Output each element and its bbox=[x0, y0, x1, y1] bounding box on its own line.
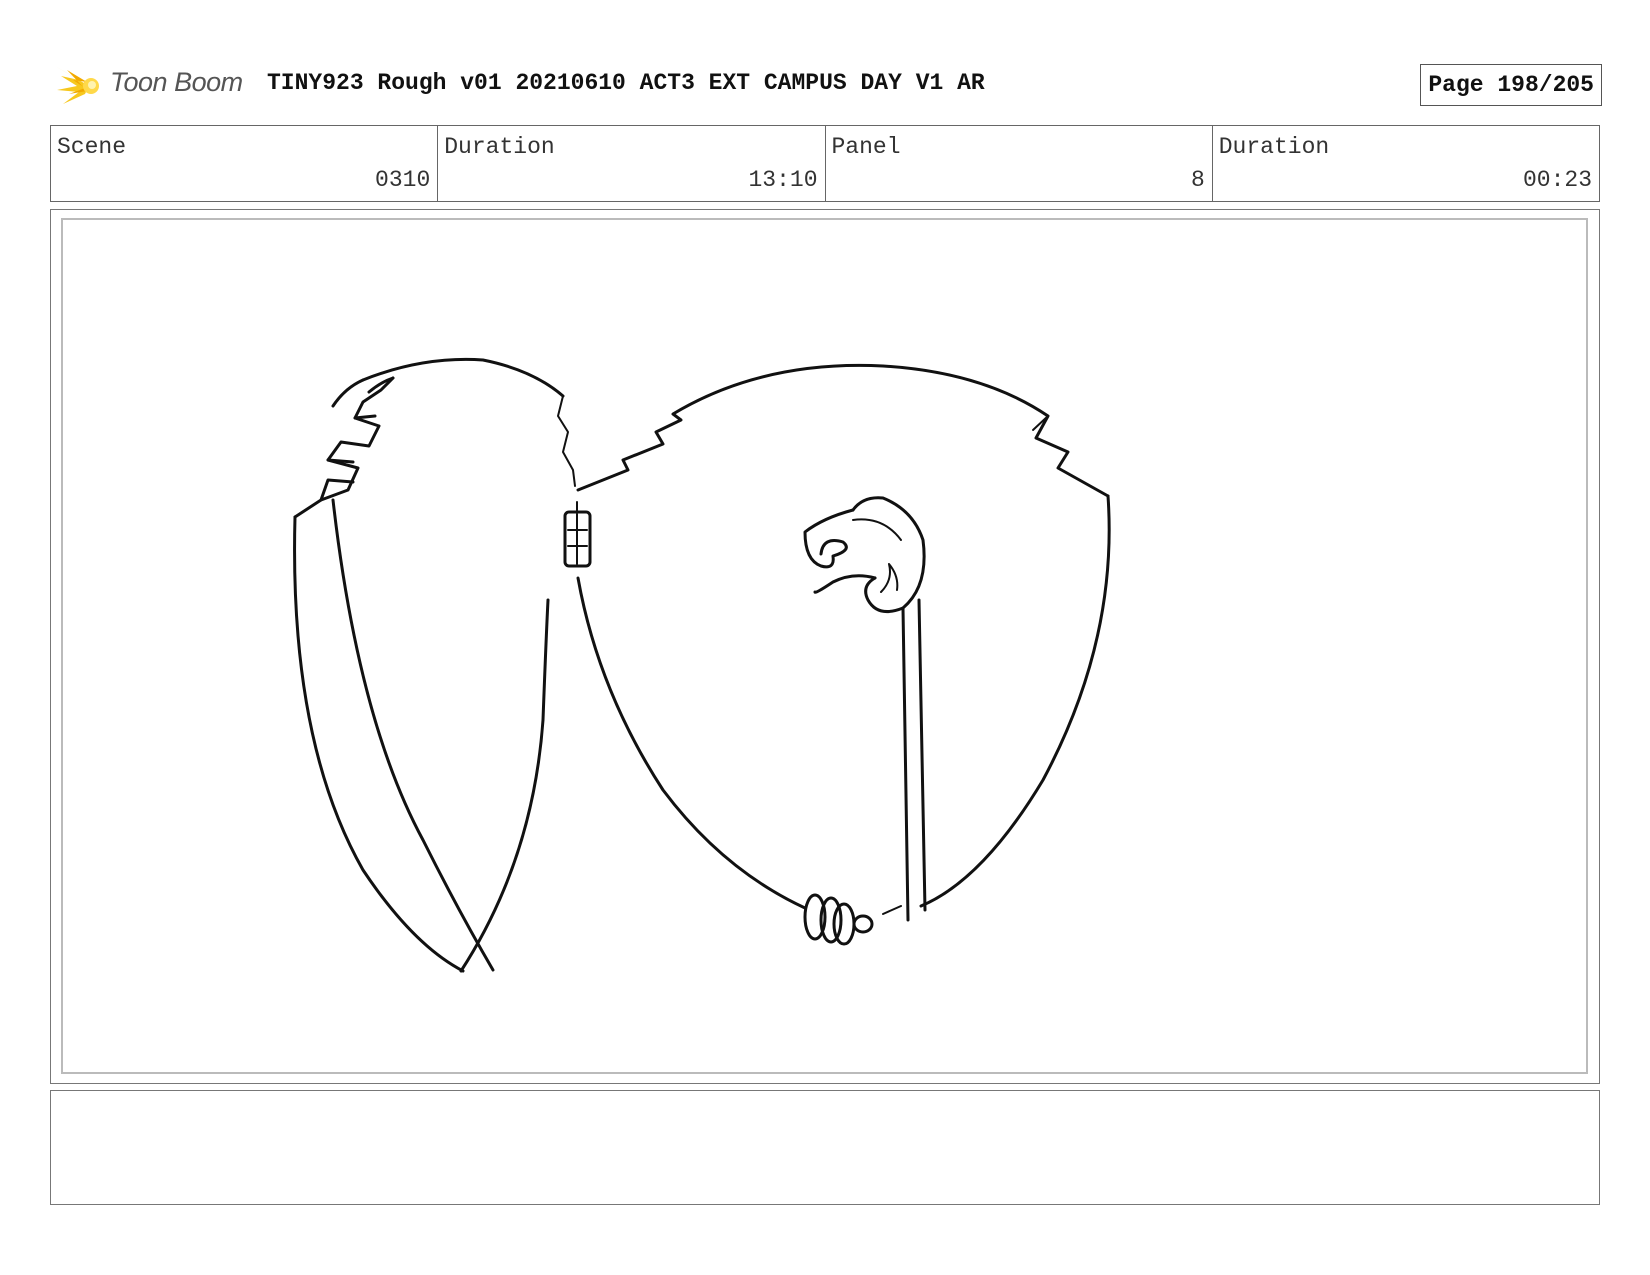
scene-duration-label: Duration bbox=[444, 134, 555, 160]
scene-info-table: Scene 0310 Duration 13:10 Panel 8 Durati… bbox=[50, 125, 1600, 202]
panel-image-area bbox=[61, 218, 1588, 1074]
scene-duration-value: 13:10 bbox=[748, 167, 818, 193]
panel-duration-label: Duration bbox=[1218, 134, 1330, 160]
right-shell-half bbox=[576, 363, 1111, 915]
scene-cell: Scene 0310 bbox=[51, 126, 439, 201]
panel-label: Panel bbox=[831, 134, 901, 160]
coil-spring bbox=[803, 893, 874, 946]
panel-cell: Panel 8 bbox=[826, 126, 1213, 201]
document-title: TINY923 Rough v01 20210610 ACT3 EXT CAMP… bbox=[267, 70, 985, 96]
scene-label: Scene bbox=[57, 134, 127, 160]
logo-wordmark: Toon Boom bbox=[110, 67, 243, 97]
page-number: Page 198/205 bbox=[1420, 64, 1602, 106]
panel-value: 8 bbox=[1190, 167, 1205, 193]
clasp-detail bbox=[563, 501, 592, 568]
toon-boom-logo: Toon Boom bbox=[53, 56, 253, 110]
panel-duration-cell: Duration 00:23 bbox=[1213, 126, 1599, 201]
rough-sketch-image bbox=[293, 357, 1111, 973]
panel-frame bbox=[50, 209, 1600, 1084]
scene-duration-cell: Duration 13:10 bbox=[438, 126, 826, 201]
scene-value: 0310 bbox=[375, 167, 431, 193]
storyboard-header: Toon Boom TINY923 Rough v01 20210610 ACT… bbox=[50, 56, 1602, 110]
toon-boom-star-icon bbox=[55, 66, 99, 104]
left-shell-half bbox=[293, 357, 576, 973]
panel-notes-box bbox=[50, 1090, 1600, 1205]
panel-duration-value: 00:23 bbox=[1522, 167, 1592, 193]
stalk-with-tuft bbox=[803, 496, 927, 922]
